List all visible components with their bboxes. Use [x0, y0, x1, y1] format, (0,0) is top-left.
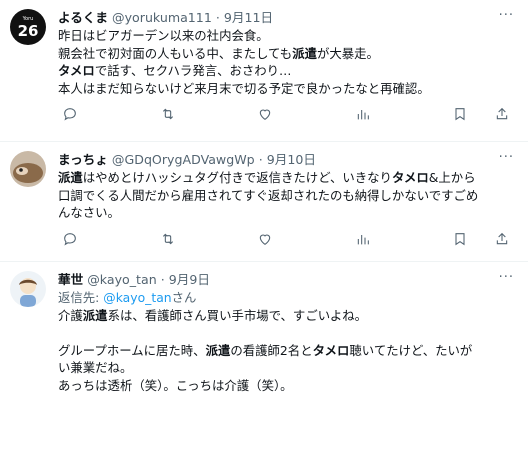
tweet-text: 派遣はやめとけハッシュタグ付きで返信きたけど、いきなりタメロ&上から 口調でくる人…	[58, 169, 514, 222]
highlighted-term: 派遣	[82, 307, 108, 323]
text-segment: で話す、セクハラ発言、おさわり…	[94, 63, 292, 78]
text-segment: 本人はまだ知らないけど来月末で切る予定で良かったなと再確認。	[58, 80, 430, 96]
tweet-actions	[58, 97, 514, 131]
text-segment: あっちは透析（笑）。こっちは介護（笑）。	[58, 377, 293, 393]
separator-dot: ·	[160, 272, 165, 287]
tweet-text: 介護派遣系は、看護師さん買い手市場で、すごいよね。 グループホームに居た時、派遣の…	[58, 307, 514, 395]
text-segment: グループホームに居た時、	[58, 342, 206, 358]
more-dots-icon[interactable]: ···	[499, 270, 514, 285]
text-segment: い兼業だね。	[58, 360, 133, 375]
highlighted-term: 派遣	[205, 342, 231, 358]
like-icon[interactable]	[253, 227, 277, 251]
reply-to-suffix: さん	[171, 290, 197, 305]
tweet-actions	[58, 222, 514, 256]
display-name[interactable]: 華世	[58, 272, 83, 287]
tweet-text-line: 派遣はやめとけハッシュタグ付きで返信きたけど、いきなりタメロ&上から	[58, 169, 514, 187]
text-segment: &上から	[428, 170, 476, 185]
reply-to-prefix: 返信先:	[58, 290, 104, 305]
tweet-text-line: い兼業だね。	[58, 359, 514, 377]
tweet-text-line: んなさい。	[58, 204, 514, 222]
tweet-text-line: グループホームに居た時、派遣の看護師2名とタメロ聴いてたけど、たいが	[58, 342, 514, 360]
avatar[interactable]: Yoru 26	[10, 9, 46, 45]
highlighted-term: 派遣	[292, 45, 317, 61]
tweet-text-line: 口調でくる人間だから雇用されてすぐ返却されたのも納得しかないですごめ	[58, 187, 514, 205]
tweet-text-line: タメロで話す、セクハラ発言、おさわり…	[58, 62, 514, 80]
tweet-text-line: あっちは透析（笑）。こっちは介護（笑）。	[58, 377, 514, 395]
text-segment: が大暴走。	[316, 45, 379, 61]
text-segment: 親会社で初対面の人もいる中、またしても	[58, 45, 293, 61]
display-name[interactable]: まっちょ	[58, 152, 108, 167]
tweet-date[interactable]: 9月11日	[224, 10, 273, 25]
tweet-text-line: 本人はまだ知らないけど来月末で切る予定で良かったなと再確認。	[58, 80, 514, 98]
repost-icon[interactable]	[156, 227, 180, 251]
tweet[interactable]: ··· 華世 @kayo_tan · 9月9日 返信先: @kayo_tanさん…	[0, 262, 528, 458]
separator-dot: ·	[258, 152, 263, 167]
tweet-date[interactable]: 9月9日	[169, 272, 210, 287]
highlighted-term: 派遣	[58, 170, 83, 185]
tweet-text-line: 親会社で初対面の人もいる中、またしても派遣が大暴走。	[58, 45, 514, 63]
like-icon[interactable]	[253, 102, 277, 126]
timeline-feed: ··· Yoru 26 よるくま @yorukuma111 · 9月11日 昨日…	[0, 0, 528, 458]
more-dots-icon[interactable]: ···	[499, 150, 514, 165]
views-icon[interactable]	[351, 227, 375, 251]
avatar[interactable]	[10, 271, 46, 307]
tweet[interactable]: ··· Yoru 26 よるくま @yorukuma111 · 9月11日 昨日…	[0, 0, 528, 142]
text-segment: 系は、看護師さん買い手市場で、すごいよね。	[107, 307, 368, 323]
text-segment: 昨日はビアガーデン以来の社内会食。	[58, 28, 269, 43]
tweet-text-line: 介護派遣系は、看護師さん買い手市場で、すごいよね。	[58, 307, 514, 325]
views-icon[interactable]	[351, 102, 375, 126]
bookmark-icon[interactable]	[448, 102, 472, 126]
repost-icon[interactable]	[156, 102, 180, 126]
reply-mention-link[interactable]: @kayo_tan	[103, 290, 171, 305]
bookmark-icon[interactable]	[448, 227, 472, 251]
reply-icon[interactable]	[58, 227, 82, 251]
share-icon[interactable]	[490, 102, 514, 126]
text-segment: はやめとけハッシュタグ付きで返信きたけど、いきなり	[82, 170, 392, 185]
tweet-date[interactable]: 9月10日	[267, 152, 316, 167]
tweet-text-line	[58, 324, 514, 342]
tweet-header: まっちょ @GDqOrygADVawgWp · 9月10日	[58, 151, 514, 169]
text-segment: 聴いてたけど、たいが	[349, 342, 473, 358]
share-icon[interactable]	[490, 227, 514, 251]
tweet-text: 昨日はビアガーデン以来の社内会食。親会社で初対面の人もいる中、またしても派遣が大…	[58, 27, 514, 97]
text-segment: 口調でくる人間だから雇用されてすぐ返却されたのも納得しかないですごめ	[58, 187, 479, 203]
more-dots-icon[interactable]: ···	[499, 8, 514, 23]
tweet[interactable]: ··· まっちょ @GDqOrygADVawgWp · 9月10日 派遣はやめと…	[0, 142, 528, 262]
tweet-text-line: 昨日はビアガーデン以来の社内会食。	[58, 27, 514, 45]
text-segment: んなさい。	[58, 205, 120, 220]
separator-dot: ·	[215, 10, 220, 25]
reply-icon[interactable]	[58, 102, 82, 126]
user-handle[interactable]: @yorukuma111	[112, 10, 212, 25]
replying-to: 返信先: @kayo_tanさん	[58, 289, 514, 307]
svg-text:26: 26	[18, 22, 39, 40]
user-handle[interactable]: @GDqOrygADVawgWp	[112, 152, 255, 167]
tweet-header: 華世 @kayo_tan · 9月9日	[58, 271, 514, 289]
tweet-header: よるくま @yorukuma111 · 9月11日	[58, 9, 514, 27]
highlighted-term: タメロ	[312, 342, 350, 358]
text-segment: 介護	[58, 307, 83, 323]
display-name[interactable]: よるくま	[58, 10, 108, 25]
highlighted-term: タメロ	[58, 63, 95, 78]
avatar[interactable]	[10, 151, 46, 187]
user-handle[interactable]: @kayo_tan	[87, 272, 156, 287]
highlighted-term: タメロ	[391, 170, 429, 185]
text-segment: の看護師2名と	[230, 342, 313, 358]
